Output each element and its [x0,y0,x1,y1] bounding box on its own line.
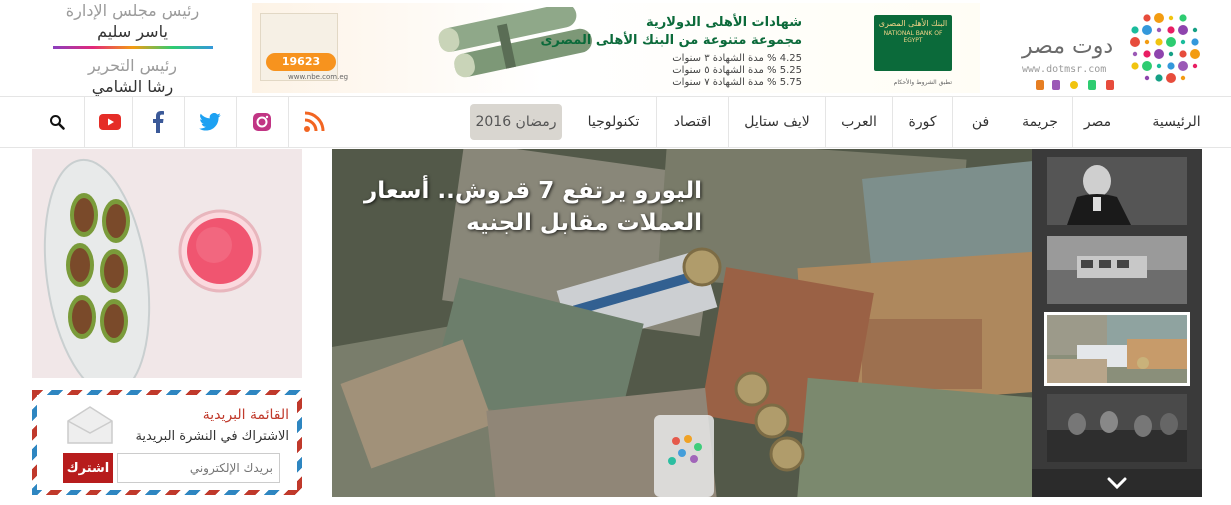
facebook-icon [152,111,164,133]
twitter-icon [198,113,221,131]
dollar-rolls-icon [438,7,592,78]
newsletter-title: القائمة البريدية [202,407,289,423]
ad-website: www.nbe.com.eg [288,73,349,81]
bank-name-ar: البنك الأهلى المصرى [878,19,948,28]
nav-item-ramadan[interactable]: رمضان 2016 [470,104,562,140]
hero-slide[interactable]: اليورو يرتفع 7 قروش.. أسعار العملات مقاب… [332,149,1032,497]
youtube-link[interactable] [84,97,134,147]
ad-rate-3yr: 4.25 % مدة الشهادة ٣ سنوات [672,53,802,64]
newsletter-subtitle: الاشتراك في النشرة البريدية [135,429,289,444]
stuffed-zucchini-image [32,149,302,378]
sidebar-ad-image[interactable] [32,149,302,378]
twitter-link[interactable] [184,97,234,147]
nav-item-economy[interactable]: اقتصاد [656,97,728,147]
thumbnail-image [1047,157,1187,225]
slider-down-button[interactable] [1032,469,1202,497]
facebook-link[interactable] [132,97,182,147]
lantern-decoration-icon [1036,80,1114,90]
subscribe-button[interactable]: اشترك [63,453,113,483]
rss-icon [303,111,324,132]
nav-item-arab[interactable]: العرب [825,97,892,147]
chair-title: رئيس مجلس الإدارة [65,1,200,20]
nav-item-home[interactable]: الرئيسية [1122,97,1231,147]
thumbnail-image [1047,394,1187,462]
rss-link[interactable] [288,97,338,147]
envelope-icon [67,406,113,444]
editors-block: رئيس مجلس الإدارة ياسر سليم رئيس التحرير… [50,0,215,96]
chevron-down-icon [1107,477,1127,489]
editor-title: رئيس التحرير [87,56,178,75]
nav-item-lifestyle[interactable]: لايف ستايل [728,97,825,147]
thumbnail-image [1047,315,1187,383]
thumbnail-4[interactable] [1047,394,1187,462]
main-nav: الرئيسية مصر جريمة فن كورة العرب لايف ست… [0,96,1231,148]
thumbnail-2[interactable] [1047,236,1187,304]
nav-item-crime[interactable]: جريمة [1008,97,1072,147]
newsletter-inner: القائمة البريدية الاشتراك في النشرة البر… [37,395,297,490]
nav-item-football[interactable]: كورة [892,97,952,147]
thumbnail-1[interactable] [1047,157,1187,225]
instagram-icon [252,113,271,131]
search-icon [50,115,65,130]
editor-name: رشا الشامي [91,77,174,96]
ad-phone-number: 19623 [266,53,336,71]
search-button[interactable] [32,97,82,147]
site-logo[interactable]: دوت مصر www.dotmsr.com [1018,8,1203,92]
hero-headline[interactable]: اليورو يرتفع 7 قروش.. أسعار العملات مقاب… [362,175,702,239]
newsletter-email-input[interactable] [117,453,280,483]
chair-name: ياسر سليم [97,22,168,41]
ad-subtitle: مجموعة متنوعة من البنك الأهلى المصرى [540,33,802,48]
instagram-link[interactable] [236,97,286,147]
thumbnail-image [1047,236,1187,304]
nav-item-art[interactable]: فن [952,97,1008,147]
ad-terms-note: تطبق الشروط والأحكام [893,79,952,86]
bank-ad-banner[interactable]: 19623 www.nbe.com.eg شهادات الأهلى الدول… [252,3,980,93]
logo-text: دوت مصر [1022,34,1114,59]
ad-rate-5yr: 5.25 % مدة الشهادة ٥ سنوات [672,65,802,76]
ad-rate-7yr: 5.75 % مدة الشهادة ٧ سنوات [672,77,802,88]
bank-logo: البنك الأهلى المصرى NATIONAL BANK OF EGY… [874,15,952,71]
color-divider [52,46,213,49]
nav-item-egypt[interactable]: مصر [1072,97,1122,147]
nav-item-technology[interactable]: تكنولوجيا [571,97,656,147]
thumbnail-3-active[interactable] [1044,312,1190,386]
site-header: دوت مصر www.dotmsr.com 19623 www.nbe.com… [0,0,1231,96]
youtube-icon [98,114,121,130]
logo-dots-icon [1130,13,1200,83]
slider-thumbnails [1032,149,1202,497]
ad-title: شهادات الأهلى الدولارية [646,15,802,30]
newsletter-box: القائمة البريدية الاشتراك في النشرة البر… [32,390,302,495]
bank-name-en: NATIONAL BANK OF EGYPT [883,30,943,44]
ad-rates: 4.25 % مدة الشهادة ٣ سنوات 5.25 % مدة ال… [672,53,802,89]
logo-url: www.dotmsr.com [1022,64,1107,75]
